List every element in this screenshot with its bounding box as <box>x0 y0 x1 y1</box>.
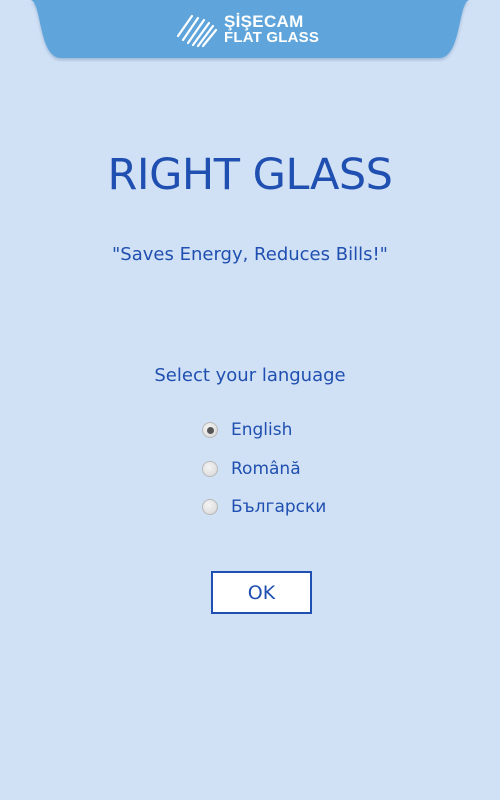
page-title: RIGHT GLASS <box>107 150 393 200</box>
language-label-english: English <box>231 420 293 441</box>
radio-english[interactable] <box>202 422 218 439</box>
brand-subtitle: FLAT GLASS <box>224 29 320 46</box>
language-option-bulgarian[interactable]: Български <box>200 488 400 527</box>
sisecam-logo: ŞİŞECAM FLAT GLASS <box>174 8 319 52</box>
sisecam-lines-icon <box>176 14 218 48</box>
ok-button[interactable]: OK <box>211 571 312 614</box>
language-prompt: Select your language <box>154 365 346 386</box>
radio-romanian[interactable] <box>202 460 218 477</box>
language-label-bulgarian: Български <box>231 497 327 518</box>
language-label-romanian: Română <box>231 458 301 479</box>
header-bar: ŞİŞECAM FLAT GLASS <box>0 0 500 62</box>
radio-bulgarian[interactable] <box>202 499 218 516</box>
language-select-screen: ŞİŞECAM FLAT GLASS RIGHT GLASS "Saves En… <box>0 0 500 800</box>
slogan-text: "Saves Energy, Reduces Bills!" <box>112 244 388 265</box>
brand-name: ŞİŞECAM <box>224 12 304 31</box>
language-radio-group: English Română Български <box>200 411 400 527</box>
language-option-english[interactable]: English <box>200 411 400 450</box>
language-option-romanian[interactable]: Română <box>200 450 400 489</box>
